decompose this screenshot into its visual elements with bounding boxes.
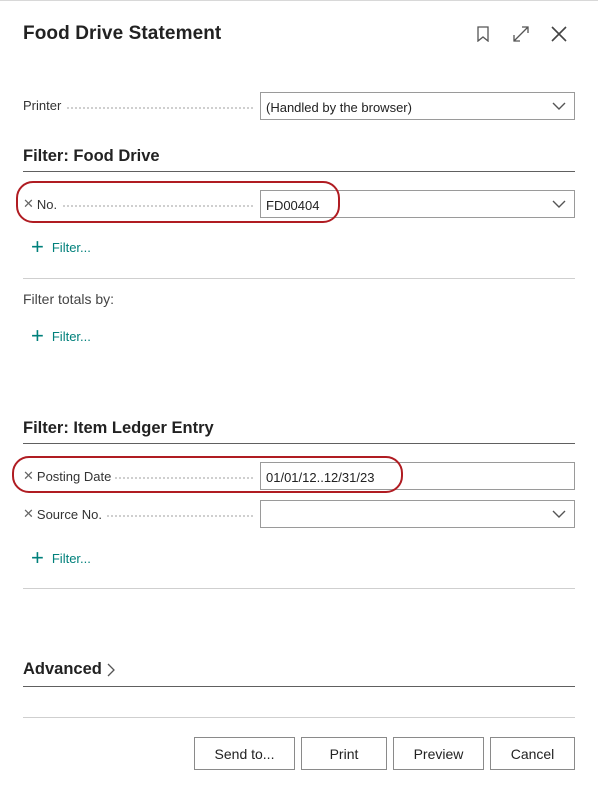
section-divider — [23, 686, 575, 687]
section-separator — [23, 588, 575, 589]
add-filter-label: Filter... — [51, 550, 91, 566]
add-filter-totals[interactable]: + Filter... — [31, 323, 91, 348]
source-no-field[interactable] — [260, 500, 575, 528]
chevron-down-icon — [552, 510, 566, 518]
highlight-annotation — [16, 181, 340, 223]
advanced-label: Advanced — [23, 660, 102, 678]
filter-totals-label: Filter totals by: — [23, 291, 115, 307]
source-no-label-text: Source No. — [36, 506, 102, 522]
printer-label: Printer — [23, 98, 66, 113]
plus-icon: + — [31, 545, 44, 570]
preview-button[interactable]: Preview — [393, 737, 484, 770]
add-filter-label: Filter... — [51, 328, 91, 344]
header-actions — [472, 23, 570, 45]
section-title-item-ledger: Filter: Item Ledger Entry — [23, 419, 214, 437]
remove-filter-icon[interactable]: ✕ — [23, 506, 34, 522]
add-filter-label: Filter... — [51, 239, 91, 255]
print-button[interactable]: Print — [301, 737, 387, 770]
printer-row: Printer (Handled by the browser) — [23, 92, 575, 120]
report-request-dialog: Food Drive Statement Printer (Handled by… — [0, 0, 598, 791]
close-icon[interactable] — [548, 23, 570, 45]
section-title-food-drive: Filter: Food Drive — [23, 147, 160, 165]
printer-label-text: Printer — [23, 98, 62, 113]
section-separator — [23, 278, 575, 279]
section-divider — [23, 443, 575, 444]
add-filter-item-ledger[interactable]: + Filter... — [31, 545, 91, 570]
plus-icon: + — [31, 323, 44, 348]
footer-separator — [23, 717, 575, 718]
dialog-title: Food Drive Statement — [23, 23, 222, 44]
advanced-toggle[interactable]: Advanced — [23, 660, 116, 679]
cancel-button[interactable]: Cancel — [490, 737, 575, 770]
chevron-right-icon — [107, 663, 115, 676]
chevron-down-icon — [552, 200, 566, 208]
add-filter-food-drive[interactable]: + Filter... — [31, 234, 91, 259]
highlight-annotation — [12, 456, 403, 493]
source-no-row: ✕ Source No. — [23, 500, 575, 528]
printer-select[interactable]: (Handled by the browser) — [260, 92, 575, 120]
section-divider — [23, 171, 575, 172]
chevron-down-icon — [552, 102, 566, 110]
printer-select-value: (Handled by the browser) — [266, 100, 412, 115]
send-to-button[interactable]: Send to... — [194, 737, 295, 770]
bookmark-icon[interactable] — [472, 23, 494, 45]
source-no-label: ✕ Source No. — [23, 506, 106, 522]
expand-icon[interactable] — [510, 23, 532, 45]
plus-icon: + — [31, 234, 44, 259]
